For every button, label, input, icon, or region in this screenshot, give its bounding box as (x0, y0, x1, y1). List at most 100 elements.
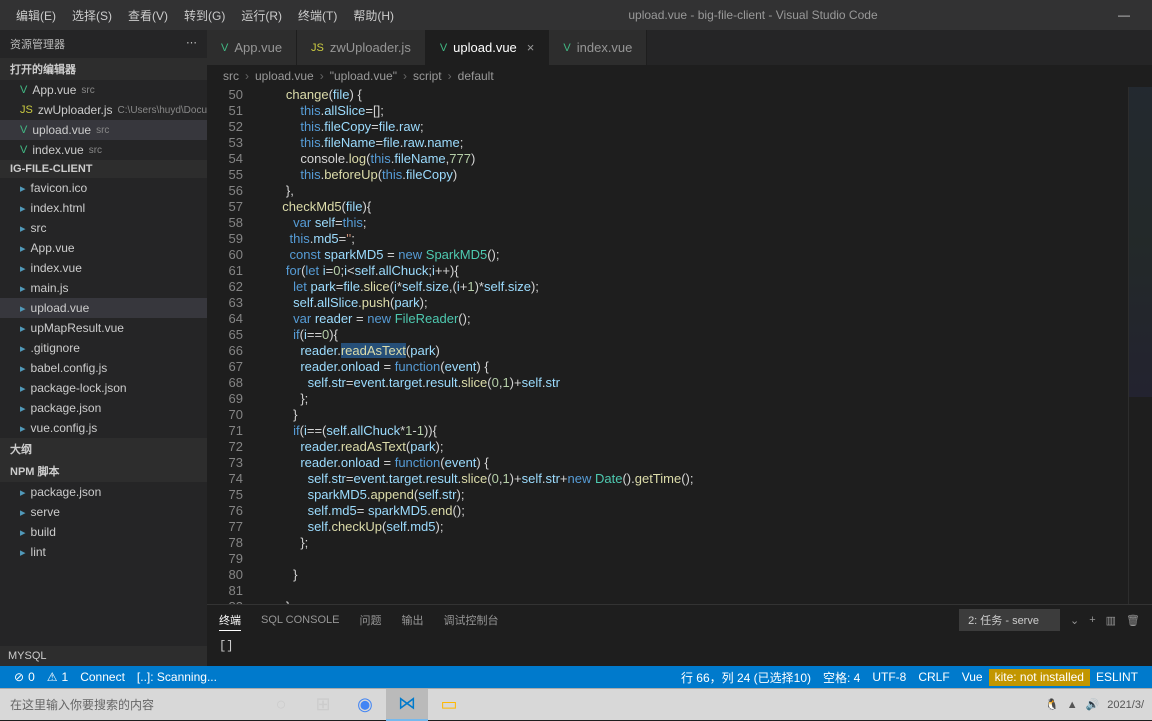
tray-icon[interactable]: 🐧 (1045, 698, 1059, 711)
open-editors-header[interactable]: 打开的编辑器 (0, 58, 207, 80)
titlebar: 编辑(E) 选择(S) 查看(V) 转到(G) 运行(R) 终端(T) 帮助(H… (0, 0, 1152, 30)
script-icon: ▸ (20, 506, 26, 519)
open-editor-item[interactable]: Vupload.vue src (0, 120, 207, 140)
file-item[interactable]: ▸package.json (0, 398, 207, 418)
file-icon: ▸ (20, 322, 26, 335)
file-item[interactable]: ▸package-lock.json (0, 378, 207, 398)
menu-help[interactable]: 帮助(H) (345, 3, 402, 28)
menu-terminal[interactable]: 终端(T) (290, 3, 345, 28)
status-encoding[interactable]: UTF-8 (866, 669, 912, 686)
mysql-header[interactable]: MYSQL (0, 646, 207, 666)
file-item[interactable]: ▸index.vue (0, 258, 207, 278)
npm-script-item[interactable]: ▸build (0, 522, 207, 542)
vscode-icon[interactable]: ⋈ (386, 689, 428, 721)
menu-selection[interactable]: 选择(S) (64, 3, 120, 28)
minimize-button[interactable]: — (1104, 8, 1144, 22)
status-spaces[interactable]: 空格: 4 (817, 669, 866, 686)
code-content[interactable]: change(file) { this.allSlice=[]; this.fi… (257, 87, 1128, 604)
file-icon: ▸ (20, 342, 26, 355)
editor-tab[interactable]: JSzwUploader.js (297, 30, 426, 65)
breadcrumb-item[interactable]: default (458, 69, 494, 83)
open-editor-item[interactable]: Vindex.vue src (0, 140, 207, 160)
script-icon: ▸ (20, 486, 26, 499)
open-editor-item[interactable]: VApp.vue src (0, 80, 207, 100)
file-item[interactable]: ▸.gitignore (0, 338, 207, 358)
system-tray[interactable]: 🐧 ▲ 🔊 2021/3/ (1045, 698, 1152, 711)
terminal-dropdown[interactable]: 2: 任务 - serve (959, 609, 1060, 631)
status-warnings[interactable]: ⚠1 (41, 670, 74, 684)
taskview-icon[interactable]: ⊞ (302, 689, 344, 721)
terminal-tab-debug[interactable]: 调试控制台 (443, 610, 498, 630)
file-item[interactable]: ▸main.js (0, 278, 207, 298)
taskbar-search[interactable]: 在这里输入你要搜索的内容 (0, 690, 260, 719)
warning-icon: ⚠ (47, 670, 58, 684)
file-icon: V (20, 124, 27, 136)
menu-run[interactable]: 运行(R) (233, 3, 290, 28)
file-item[interactable]: ▸upMapResult.vue (0, 318, 207, 338)
file-icon: JS (20, 104, 33, 116)
open-editor-item[interactable]: JSzwUploader.js C:\Users\huyd\Docume... (0, 100, 207, 120)
menu-go[interactable]: 转到(G) (176, 3, 233, 28)
minimap[interactable] (1128, 87, 1152, 604)
breadcrumb-item[interactable]: src (223, 69, 239, 83)
file-icon: ▸ (20, 402, 26, 415)
tray-date[interactable]: 2021/3/ (1107, 699, 1144, 711)
status-eol[interactable]: CRLF (912, 669, 955, 686)
more-icon[interactable]: ⋯ (186, 36, 197, 52)
editor-tab[interactable]: Vupload.vue× (426, 30, 550, 65)
tray-icon[interactable]: ▲ (1067, 699, 1078, 711)
breadcrumb-item[interactable]: upload.vue (255, 69, 314, 83)
status-language[interactable]: Vue (956, 669, 989, 686)
code-editor[interactable]: 5051525354555657585960616263646566676869… (207, 87, 1152, 604)
file-item[interactable]: ▸vue.config.js (0, 418, 207, 438)
terminal-tab-problems[interactable]: 问题 (359, 610, 381, 630)
status-scanning[interactable]: [..]: Scanning... (131, 670, 223, 684)
file-icon: ▸ (20, 362, 26, 375)
editor-tab[interactable]: VApp.vue (207, 30, 297, 65)
project-header[interactable]: IG-FILE-CLIENT (0, 160, 207, 178)
chrome-icon[interactable]: ◉ (344, 689, 386, 721)
npm-script-item[interactable]: ▸lint (0, 542, 207, 562)
breadcrumb[interactable]: src›upload.vue›"upload.vue"›script›defau… (207, 65, 1152, 87)
tray-icon[interactable]: 🔊 (1086, 698, 1100, 711)
npm-script-item[interactable]: ▸serve (0, 502, 207, 522)
file-item[interactable]: ▸favicon.ico (0, 178, 207, 198)
terminal-new-icon[interactable]: + (1089, 614, 1095, 626)
file-icon: ▸ (20, 242, 26, 255)
terminal-dropdown-chevron-icon[interactable]: ⌄ (1070, 614, 1079, 627)
file-item[interactable]: ▸upload.vue (0, 298, 207, 318)
close-icon[interactable]: × (527, 40, 535, 55)
menu-view[interactable]: 查看(V) (120, 3, 176, 28)
status-cursor[interactable]: 行 66，列 24 (已选择10) (675, 669, 817, 686)
outline-header[interactable]: 大纲 (0, 438, 207, 460)
terminal-tab-sql[interactable]: SQL CONSOLE (261, 612, 339, 628)
terminal-split-icon[interactable]: ▥ (1106, 614, 1116, 627)
menu-edit[interactable]: 编辑(E) (8, 3, 64, 28)
editor-tab[interactable]: Vindex.vue (549, 30, 647, 65)
terminal-content[interactable]: [] (207, 635, 1152, 657)
file-item[interactable]: ▸src (0, 218, 207, 238)
status-connect[interactable]: Connect (74, 670, 131, 684)
status-errors[interactable]: ⊘0 (8, 670, 41, 684)
status-kite[interactable]: kite: not installed (989, 669, 1090, 686)
status-eslint[interactable]: ESLINT (1090, 669, 1144, 686)
terminal-tab-output[interactable]: 输出 (401, 610, 423, 630)
npm-header[interactable]: NPM 脚本 (0, 460, 207, 482)
npm-script-item[interactable]: ▸package.json (0, 482, 207, 502)
file-item[interactable]: ▸App.vue (0, 238, 207, 258)
terminal-tab-terminal[interactable]: 终端 (219, 610, 241, 631)
file-item[interactable]: ▸babel.config.js (0, 358, 207, 378)
breadcrumb-item[interactable]: script (413, 69, 442, 83)
sidebar: 资源管理器 ⋯ 打开的编辑器 VApp.vue srcJSzwUploader.… (0, 30, 207, 666)
explorer-icon[interactable]: ▭ (428, 689, 470, 721)
cortana-icon[interactable]: ○ (260, 689, 302, 721)
main-area: 资源管理器 ⋯ 打开的编辑器 VApp.vue srcJSzwUploader.… (0, 30, 1152, 666)
window-title: upload.vue - big-file-client - Visual St… (402, 8, 1104, 22)
tab-file-icon: V (221, 42, 228, 54)
file-icon: ▸ (20, 422, 26, 435)
terminal-trash-icon[interactable]: 🗑 (1126, 614, 1140, 627)
file-item[interactable]: ▸index.html (0, 198, 207, 218)
file-icon: ▸ (20, 382, 26, 395)
breadcrumb-item[interactable]: "upload.vue" (330, 69, 397, 83)
statusbar: ⊘0 ⚠1 Connect [..]: Scanning... 行 66，列 2… (0, 666, 1152, 688)
